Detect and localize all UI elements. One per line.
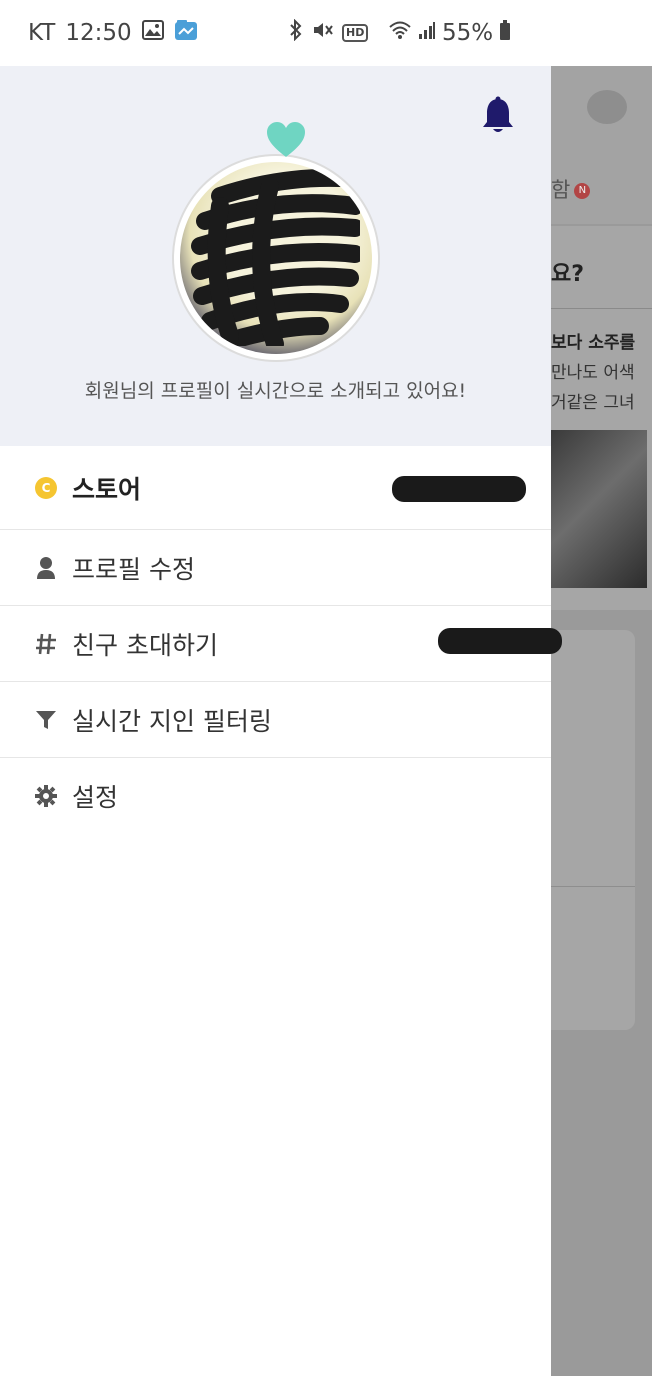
- hd-voice-icon: HD: [342, 24, 369, 42]
- background-text-3: 거같은 그녀: [551, 393, 635, 413]
- menu-item-invite-friends[interactable]: 친구 초대하기: [0, 606, 562, 682]
- menu-item-settings[interactable]: 설정: [0, 758, 551, 834]
- battery-percent: 55%: [442, 20, 494, 46]
- status-right: 55%: [388, 0, 511, 66]
- filter-icon: [34, 708, 58, 732]
- menu-item-store[interactable]: C 스토어: [0, 446, 551, 530]
- background-text-2: 만나도 어색: [551, 363, 635, 383]
- status-left: KT 12:50: [28, 19, 198, 47]
- navigation-drawer: 회원님의 프로필이 실시간으로 소개되고 있어요! C 스토어 프로필 수정 친…: [0, 66, 562, 1376]
- signal-icon: [418, 20, 436, 46]
- background-tab-label: 함: [551, 178, 571, 202]
- clock: 12:50: [65, 20, 132, 46]
- coin-icon: C: [34, 476, 58, 500]
- wifi-icon: [388, 20, 412, 46]
- mute-icon: [312, 19, 334, 47]
- coin-letter: C: [35, 476, 57, 499]
- carrier-label: KT: [28, 20, 56, 46]
- background-app-overlay[interactable]: 함N 요? 보다 소주를 만나도 어색 거같은 그녀: [551, 66, 652, 1376]
- divider: [551, 886, 635, 887]
- redaction-mark: [392, 476, 526, 502]
- profile-avatar[interactable]: [174, 156, 378, 360]
- status-mid: HD: [288, 0, 369, 66]
- background-header: 함N: [551, 66, 652, 224]
- menu-item-label: 설정: [72, 783, 119, 812]
- status-bar: KT 12:50 HD 55%: [0, 0, 652, 66]
- background-card-2: [551, 630, 635, 1030]
- profile-photo: [180, 162, 372, 354]
- background-tab: 함N: [551, 174, 591, 204]
- person-icon: [34, 556, 58, 580]
- drawer-header: 회원님의 프로필이 실시간으로 소개되고 있어요!: [0, 66, 551, 446]
- bluetooth-icon: [288, 18, 304, 47]
- menu-item-label: 친구 초대하기: [72, 630, 218, 660]
- profile-caption: 회원님의 프로필이 실시간으로 소개되고 있어요!: [84, 380, 467, 402]
- background-text-1: 보다 소주를: [551, 333, 636, 353]
- redaction-mark: [438, 628, 562, 654]
- menu-item-label: 프로필 수정: [72, 554, 195, 584]
- background-photo: [551, 430, 647, 588]
- new-badge: N: [574, 183, 591, 199]
- menu-item-label: 실시간 지인 필터링: [72, 706, 272, 736]
- menu-item-edit-profile[interactable]: 프로필 수정: [0, 530, 551, 606]
- gear-icon: [34, 784, 58, 808]
- app-notification-icon: [174, 19, 198, 47]
- battery-icon: [499, 19, 511, 47]
- menu-item-acquaintance-filter[interactable]: 실시간 지인 필터링: [0, 682, 551, 758]
- hash-icon: [34, 632, 58, 656]
- background-question: 요?: [551, 262, 585, 287]
- divider: [551, 308, 652, 309]
- drawer-menu: C 스토어 프로필 수정 친구 초대하기 실시간 지인 필터링 설정: [0, 446, 562, 834]
- bell-icon[interactable]: [480, 96, 516, 136]
- background-card: 요? 보다 소주를 만나도 어색 거같은 그녀: [551, 226, 652, 610]
- gallery-icon: [141, 20, 164, 46]
- chat-bubble-icon: [587, 90, 627, 124]
- menu-item-label: 스토어: [72, 474, 142, 504]
- redaction-scribble: [191, 168, 360, 346]
- heart-icon: [265, 121, 307, 159]
